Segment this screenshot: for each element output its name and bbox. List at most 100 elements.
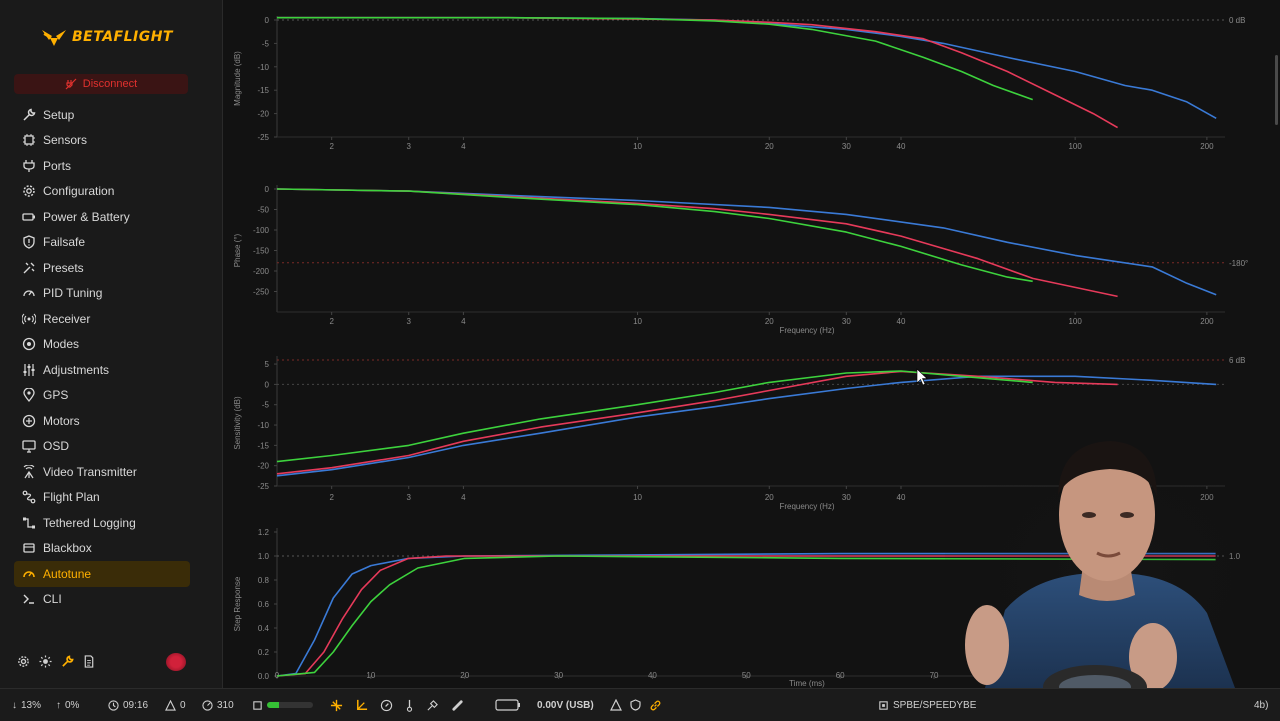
x-tick-label: 30 xyxy=(842,317,851,326)
sidebar-item-motors[interactable]: Motors xyxy=(14,408,190,434)
sidebar-item-flight-plan[interactable]: Flight Plan xyxy=(14,485,190,511)
sidebar-item-label: Autotune xyxy=(43,566,92,581)
sidebar-item-osd[interactable]: OSD xyxy=(14,434,190,460)
document-icon[interactable] xyxy=(82,654,96,668)
betaflight-wings-icon xyxy=(42,30,66,46)
sidebar-item-power-battery[interactable]: Power & Battery xyxy=(14,204,190,230)
cpu-up-stat: ↑ 0% xyxy=(56,689,79,721)
cpu-down-value: 13% xyxy=(21,699,42,711)
sidebar-item-label: Video Transmitter xyxy=(43,464,137,479)
y-tick-label: 1.2 xyxy=(258,528,270,537)
x-tick-label: 100 xyxy=(1068,317,1082,326)
sidebar-item-configuration[interactable]: Configuration xyxy=(14,179,190,205)
x-tick-label: 200 xyxy=(1200,317,1214,326)
x-tick-label: 4 xyxy=(461,317,466,326)
time-value: 09:16 xyxy=(123,699,149,711)
x-tick-label: 2 xyxy=(329,493,334,502)
antenna-icon xyxy=(22,312,36,326)
plug-icon xyxy=(22,159,36,173)
sidebar-item-adjustments[interactable]: Adjustments xyxy=(14,357,190,383)
gauge-icon xyxy=(22,286,36,300)
sidebar-item-tethered-logging[interactable]: Tethered Logging xyxy=(14,510,190,536)
sidebar-item-blackbox[interactable]: Blackbox xyxy=(14,536,190,562)
x-tick-label: 10 xyxy=(633,142,642,151)
sidebar-item-label: Adjustments xyxy=(43,362,110,377)
x-tick-label: 30 xyxy=(554,671,563,680)
x-tick-label: 40 xyxy=(648,671,657,680)
sidebar-item-ports[interactable]: Ports xyxy=(14,153,190,179)
scrollbar[interactable] xyxy=(1275,55,1278,125)
cable-icon xyxy=(22,516,36,530)
x-tick-label: 20 xyxy=(460,671,469,680)
y-tick-label: 0 xyxy=(265,185,270,194)
sun-icon[interactable] xyxy=(38,654,52,668)
y-tick-label: 0 xyxy=(265,380,270,389)
x-axis-title: Frequency (Hz) xyxy=(779,502,834,511)
y-tick-label: -150 xyxy=(253,247,270,256)
y-tick-label: 0 xyxy=(265,16,270,25)
location-pin-icon xyxy=(22,388,36,403)
sidebar-item-cli[interactable]: CLI xyxy=(14,587,190,613)
presenter-webcam-overlay xyxy=(945,435,1255,688)
gyro-sensor-icon xyxy=(330,699,343,712)
y-tick-label: -20 xyxy=(257,462,269,471)
sidebar-nav: Setup Sensors Ports Configuration Power & Ba… xyxy=(14,102,190,612)
x-tick-label: 20 xyxy=(765,142,774,151)
y-tick-label: -5 xyxy=(262,39,270,48)
y-tick-label: -200 xyxy=(253,267,270,276)
sidebar-item-label: GPS xyxy=(43,388,69,403)
x-tick-label: 20 xyxy=(765,317,774,326)
sidebar-item-modes[interactable]: Modes xyxy=(14,332,190,358)
gear-icon xyxy=(22,184,36,198)
sidebar-item-sensors[interactable]: Sensors xyxy=(14,128,190,154)
y-tick-label: 0.4 xyxy=(258,624,270,633)
battery-outline-icon xyxy=(495,699,521,711)
x-tick-label: 40 xyxy=(897,493,906,502)
x-tick-label: 3 xyxy=(407,317,412,326)
sidebar-item-failsafe[interactable]: Failsafe xyxy=(14,230,190,256)
y-tick-label: -250 xyxy=(253,288,270,297)
x-axis-title: Frequency (Hz) xyxy=(779,326,834,335)
warning-triangle-icon xyxy=(165,699,176,711)
sidebar-item-label: Sensors xyxy=(43,133,88,148)
sidebar-toolbar xyxy=(16,654,96,668)
sidebar-item-label: PID Tuning xyxy=(43,286,103,301)
settings-gear-icon[interactable] xyxy=(16,654,30,668)
sidebar-item-pid-tuning[interactable]: PID Tuning xyxy=(14,281,190,307)
betaflight-logo: BETAFLIGHT xyxy=(40,24,173,50)
status-tail-value: 4b) xyxy=(1254,699,1269,711)
compass-sensor-icon xyxy=(380,699,393,712)
sidebar-item-autotune[interactable]: Autotune xyxy=(14,561,190,587)
sidebar-item-label: Presets xyxy=(43,260,84,275)
sensor-icons xyxy=(330,689,464,721)
y-tick-label: 0.6 xyxy=(258,600,270,609)
shield-status-icon xyxy=(630,699,641,711)
alert-icons xyxy=(610,689,662,721)
x-tick-label: 4 xyxy=(461,142,466,151)
chip-icon xyxy=(22,133,36,147)
sidebar-item-gps[interactable]: GPS xyxy=(14,383,190,409)
sidebar-item-label: Modes xyxy=(43,337,80,352)
y-tick-label: -100 xyxy=(253,226,270,235)
baro-sensor-icon xyxy=(405,699,414,712)
x-tick-label: 2 xyxy=(329,142,334,151)
avatar[interactable] xyxy=(166,653,186,671)
gps-sensor-icon xyxy=(426,699,439,712)
series-line-1 xyxy=(277,16,1118,129)
disconnect-button[interactable]: Disconnect xyxy=(14,74,188,94)
wrench-tool-icon[interactable] xyxy=(60,654,74,668)
y-tick-label: -25 xyxy=(257,133,269,142)
battery-icon xyxy=(22,210,36,224)
x-tick-label: 70 xyxy=(930,671,939,680)
sidebar-item-receiver[interactable]: Receiver xyxy=(14,306,190,332)
warnings-value: 0 xyxy=(180,699,186,711)
chip-status-icon xyxy=(252,700,263,711)
link-icon[interactable] xyxy=(649,699,662,712)
sidebar-item-presets[interactable]: Presets xyxy=(14,255,190,281)
sidebar-item-setup[interactable]: Setup xyxy=(14,102,190,128)
sidebar-item-video-transmitter[interactable]: Video Transmitter xyxy=(14,459,190,485)
presets-icon xyxy=(22,261,36,275)
x-axis-title: Time (ms) xyxy=(789,679,825,688)
sidebar-item-label: Tethered Logging xyxy=(43,515,136,530)
x-tick-label: 10 xyxy=(633,493,642,502)
